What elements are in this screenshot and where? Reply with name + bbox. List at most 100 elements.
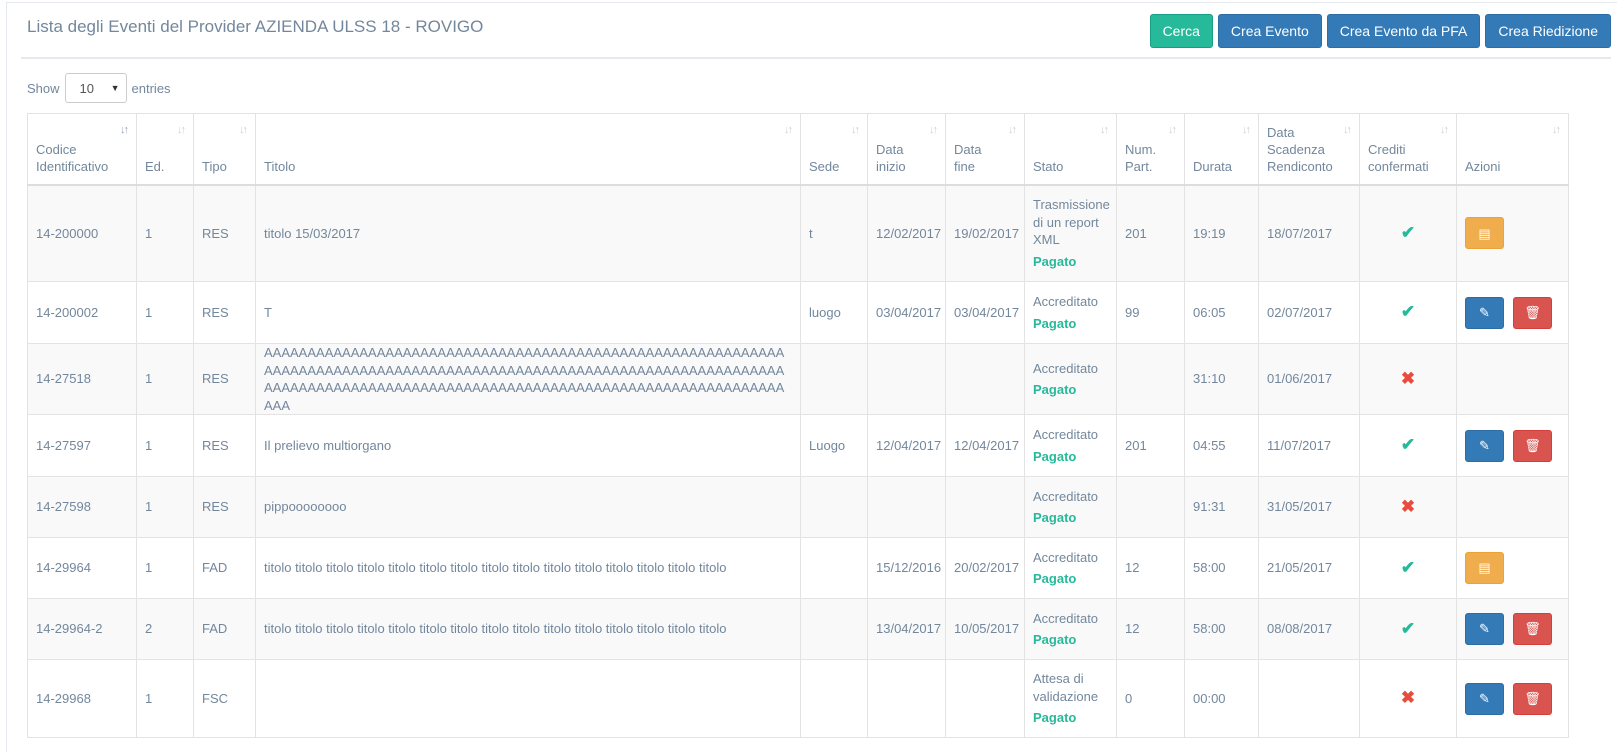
cell-data-fine: 19/02/2017 <box>945 184 1025 282</box>
cell-tipo: RES <box>193 184 256 282</box>
cell-crediti: ✖ <box>1359 476 1457 538</box>
cell-stato: Accreditato Pagato <box>1024 281 1117 344</box>
column-header-tipo[interactable]: Tipo ↓↑ <box>193 113 256 186</box>
cell-num-partecipanti: 201 <box>1116 414 1185 477</box>
column-header-titolo[interactable]: Titolo ↓↑ <box>255 113 801 186</box>
pencil-icon: ✎ <box>1479 437 1490 453</box>
stato-text: Trasmissione di un report XML <box>1033 197 1110 248</box>
cell-data-fine: 03/04/2017 <box>945 281 1025 344</box>
cell-sede <box>800 537 868 599</box>
cell-data-fine <box>945 343 1025 415</box>
cell-titolo: titolo titolo titolo titolo titolo titol… <box>255 598 801 660</box>
column-header-scadenza[interactable]: Data Scadenza Rendiconto ↓↑ <box>1258 113 1360 186</box>
cell-scadenza-rendiconto: 18/07/2017 <box>1258 184 1360 282</box>
cell-titolo <box>255 659 801 738</box>
cell-scadenza-rendiconto: 08/08/2017 <box>1258 598 1360 660</box>
delete-button[interactable]: 🗑 <box>1513 296 1552 329</box>
column-header-part[interactable]: Num. Part. ↓↑ <box>1116 113 1185 186</box>
cell-codice: 14-200002 <box>27 281 137 344</box>
cell-data-fine: 12/04/2017 <box>945 414 1025 477</box>
pencil-icon: ✎ <box>1479 621 1490 637</box>
report-button[interactable]: ▤ <box>1465 552 1504 584</box>
cell-azioni: ✎ 🗑 <box>1456 281 1569 344</box>
entries-label: entries <box>131 80 171 96</box>
column-header-stato[interactable]: Stato ↓↑ <box>1024 113 1117 186</box>
check-icon: ✔ <box>1400 435 1416 455</box>
column-header-sede[interactable]: Sede ↓↑ <box>800 113 868 186</box>
edit-button[interactable]: ✎ <box>1465 613 1504 645</box>
cross-icon: ✖ <box>1400 496 1416 516</box>
cell-num-partecipanti <box>1116 476 1185 538</box>
document-icon: ▤ <box>1478 225 1491 241</box>
cell-sede: t <box>800 184 868 282</box>
cell-durata: 06:05 <box>1184 281 1259 344</box>
column-header-ed[interactable]: Ed. ↓↑ <box>136 113 194 186</box>
cell-scadenza-rendiconto <box>1258 659 1360 738</box>
column-header-inizio[interactable]: Data inizio ↓↑ <box>867 113 946 186</box>
cross-icon: ✖ <box>1400 688 1416 708</box>
sort-icon: ↓↑ <box>784 124 793 136</box>
cell-data-inizio: 12/04/2017 <box>867 414 946 477</box>
crea-evento-button[interactable]: Crea Evento <box>1217 14 1322 48</box>
cell-data-inizio: 12/02/2017 <box>867 184 946 282</box>
delete-button[interactable]: 🗑 <box>1513 429 1552 462</box>
cell-tipo: RES <box>193 343 256 415</box>
cell-titolo: titolo titolo titolo titolo titolo titol… <box>255 537 801 599</box>
row-actions: ✎ 🗑 <box>1465 613 1560 645</box>
edit-button[interactable]: ✎ <box>1465 296 1504 329</box>
table-row: 14-27518 1 RES AAAAAAAAAAAAAAAAAAAAAAAAAAAA… <box>27 343 1569 415</box>
row-actions: ✎ 🗑 <box>1465 296 1560 329</box>
cell-tipo: FSC <box>193 659 256 738</box>
sort-icon: ↓↑ <box>1242 124 1251 136</box>
column-header-durata[interactable]: Durata ↓↑ <box>1184 113 1259 186</box>
crea-evento-pfa-button[interactable]: Crea Evento da PFA <box>1326 14 1481 48</box>
crea-riedizione-button[interactable]: Crea Riedizione <box>1485 14 1611 48</box>
column-header-fine[interactable]: Data fine ↓↑ <box>945 113 1025 186</box>
cell-edizione: 1 <box>136 659 194 738</box>
column-header-label: Durata <box>1193 158 1233 174</box>
trash-icon: 🗑 <box>1524 304 1541 320</box>
cell-titolo: titolo 15/03/2017 <box>255 184 801 282</box>
trash-icon: 🗑 <box>1524 437 1541 453</box>
column-header-codice[interactable]: Codice Identificativo ↓↑ <box>27 113 137 186</box>
cell-scadenza-rendiconto: 01/06/2017 <box>1258 343 1360 415</box>
column-header-label: Codice <box>36 141 77 157</box>
cell-tipo: FAD <box>193 598 256 660</box>
cell-crediti: ✔ <box>1359 598 1457 660</box>
check-icon: ✔ <box>1400 618 1416 638</box>
show-label: Show <box>27 80 60 96</box>
column-header-label: Rendiconto <box>1267 158 1333 174</box>
sort-icon: ↓↑ <box>1100 124 1109 136</box>
column-header-label: Data <box>954 141 982 157</box>
cell-azioni: ▤ <box>1456 537 1569 599</box>
column-header-label: confermati <box>1368 158 1429 174</box>
entries-select[interactable]: 10 ▼ <box>64 73 127 103</box>
cell-data-fine: 10/05/2017 <box>945 598 1025 660</box>
cell-durata: 00:00 <box>1184 659 1259 738</box>
cell-edizione: 1 <box>136 476 194 538</box>
sort-icon: ↓↑ <box>1168 124 1177 136</box>
cell-sede <box>800 476 868 538</box>
events-table: Codice Identificativo ↓↑ Ed. ↓↑ Tipo ↓↑ Titolo ↓… <box>27 113 1569 738</box>
sort-asc-icon: ↓↑ <box>120 124 129 136</box>
cell-tipo: RES <box>193 476 256 538</box>
cell-crediti: ✔ <box>1359 281 1457 344</box>
delete-button[interactable]: 🗑 <box>1513 682 1552 715</box>
report-button[interactable]: ▤ <box>1465 217 1504 250</box>
cross-icon: ✖ <box>1400 368 1416 388</box>
table-row: 14-29968 1 FSC Attesa di validazione Pagato 0… <box>27 659 1569 738</box>
row-actions: ▤ <box>1465 217 1560 250</box>
cell-crediti: ✖ <box>1359 659 1457 738</box>
cell-azioni <box>1456 343 1569 415</box>
column-header-label: Data <box>876 141 904 157</box>
row-actions: ✎ 🗑 <box>1465 429 1560 462</box>
cell-codice: 14-27597 <box>27 414 137 477</box>
column-header-label: Scadenza <box>1267 141 1325 157</box>
edit-button[interactable]: ✎ <box>1465 429 1504 462</box>
cerca-button[interactable]: Cerca <box>1149 14 1213 48</box>
stato-text: Attesa di validazione <box>1033 671 1099 704</box>
delete-button[interactable]: 🗑 <box>1513 613 1552 645</box>
column-header-azioni[interactable]: Azioni ↓↑ <box>1456 113 1569 186</box>
edit-button[interactable]: ✎ <box>1465 682 1504 715</box>
column-header-crediti[interactable]: Crediti confermati ↓↑ <box>1359 113 1457 186</box>
